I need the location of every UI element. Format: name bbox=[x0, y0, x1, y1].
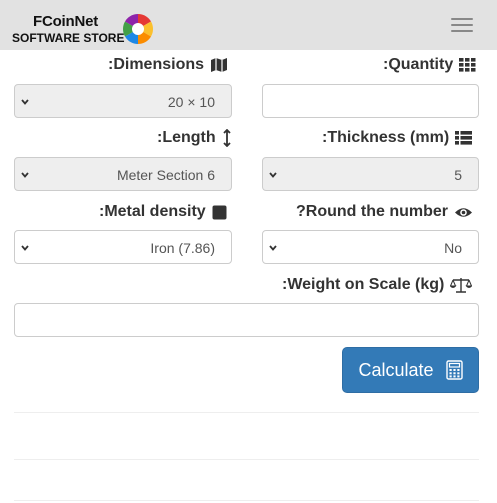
thickness-select[interactable]: 5 bbox=[262, 157, 479, 191]
round-number-value: No bbox=[444, 240, 462, 256]
weight-label: :Weight on Scale (kg) bbox=[282, 276, 473, 294]
store-logo-icon bbox=[122, 13, 154, 45]
vertical-arrows-icon bbox=[223, 129, 231, 147]
dimensions-value: 20 × 10 bbox=[167, 94, 215, 110]
chevron-down-icon bbox=[21, 245, 29, 251]
metal-density-label: :Metal density bbox=[99, 203, 227, 221]
thickness-label-text: :Thickness (mm) bbox=[322, 129, 450, 146]
chevron-down-icon bbox=[269, 172, 277, 178]
dimensions-label: :Dimensions bbox=[108, 56, 228, 74]
quantity-input[interactable] bbox=[262, 84, 479, 118]
round-number-label-text: ?Round the number bbox=[296, 203, 448, 220]
menu-bar-icon bbox=[451, 18, 473, 20]
menu-bar-icon bbox=[451, 30, 473, 32]
weight-label-text: :Weight on Scale (kg) bbox=[282, 276, 445, 293]
chevron-down-icon bbox=[269, 245, 277, 251]
metal-density-select[interactable]: Iron (7.86) bbox=[14, 230, 232, 264]
scale-icon bbox=[450, 277, 473, 293]
calculate-button[interactable]: Calculate bbox=[342, 347, 479, 393]
square-icon bbox=[212, 205, 227, 219]
length-label: :Length bbox=[157, 129, 232, 147]
calculator-icon bbox=[445, 360, 463, 380]
round-number-select[interactable]: No bbox=[262, 230, 479, 264]
chevron-down-icon bbox=[21, 172, 29, 178]
thickness-label: :Thickness (mm) bbox=[322, 129, 473, 147]
chevron-down-icon bbox=[21, 99, 29, 105]
thickness-value: 5 bbox=[454, 167, 462, 183]
grid-icon bbox=[459, 58, 476, 72]
map-icon bbox=[211, 58, 228, 72]
length-select[interactable]: Meter Section 6 bbox=[14, 157, 232, 191]
calculate-button-label: Calculate bbox=[358, 359, 434, 380]
dimensions-select[interactable]: 20 × 10 bbox=[14, 84, 232, 118]
divider bbox=[14, 412, 479, 413]
navbar: FCoinNet SOFTWARE STORE bbox=[0, 0, 497, 50]
menu-toggle-button[interactable] bbox=[440, 10, 484, 40]
weight-input[interactable] bbox=[14, 303, 479, 337]
divider bbox=[14, 500, 479, 501]
divider bbox=[14, 459, 479, 460]
metal-density-value: Iron (7.86) bbox=[150, 240, 215, 256]
length-value: Meter Section 6 bbox=[116, 167, 215, 183]
brand-subtitle: SOFTWARE STORE bbox=[12, 31, 125, 45]
metal-density-label-text: :Metal density bbox=[99, 203, 206, 220]
dimensions-label-text: :Dimensions bbox=[108, 56, 205, 73]
brand-logo[interactable]: FCoinNet SOFTWARE STORE bbox=[10, 12, 170, 46]
brand-name: FCoinNet bbox=[33, 13, 99, 30]
round-number-label: ?Round the number bbox=[296, 203, 473, 221]
quantity-label: :Quantity bbox=[383, 56, 476, 74]
length-label-text: :Length bbox=[157, 129, 216, 146]
eye-icon bbox=[454, 207, 472, 217]
menu-bar-icon bbox=[451, 24, 473, 26]
quantity-label-text: :Quantity bbox=[383, 56, 454, 73]
list-icon bbox=[455, 131, 473, 145]
